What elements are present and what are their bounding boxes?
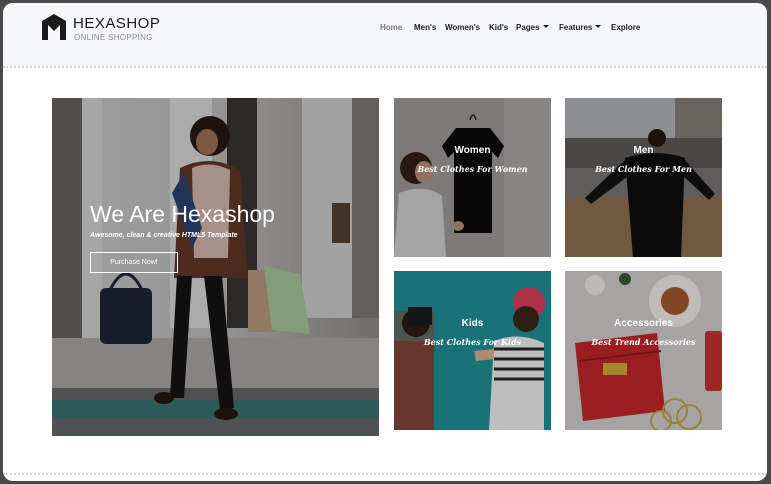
browser-window: HEXASHOP ONLINE SHOPPING Home Men's Wome… — [3, 3, 767, 481]
accessories-photo — [565, 271, 722, 430]
purchase-now-button[interactable]: Purchase Now! — [90, 252, 178, 273]
nav-womens[interactable]: Women's — [445, 23, 480, 32]
nav-features-label: Features — [559, 23, 593, 32]
section-divider — [3, 473, 767, 475]
hero-banner: We Are Hexashop Awesome, clean & creativ… — [52, 98, 379, 436]
nav-kids[interactable]: Kid's — [489, 23, 508, 32]
women-tile-title: Women — [454, 145, 491, 156]
category-tile-kids[interactable]: Kids Best Clothes For Kids — [394, 271, 551, 430]
hero-title: We Are Hexashop — [90, 201, 275, 227]
hero-subtitle: Awesome, clean & creative HTML5 Template — [90, 232, 238, 239]
accessories-tile-subtitle: Best Trend Accessories — [591, 337, 696, 347]
women-tile-subtitle: Best Clothes For Women — [417, 164, 528, 174]
caret-down-icon — [542, 25, 549, 28]
nav-mens[interactable]: Men's — [414, 23, 436, 32]
kids-tile-subtitle: Best Clothes For Kids — [423, 337, 522, 347]
main-nav: Home Men's Women's Kid's Pages Features … — [3, 23, 767, 37]
category-tile-men[interactable]: Men Best Clothes For Men — [565, 98, 722, 257]
kids-tile-title: Kids — [461, 318, 484, 329]
nav-features[interactable]: Features — [559, 23, 602, 32]
kids-photo — [394, 271, 551, 430]
site-header: HEXASHOP ONLINE SHOPPING Home Men's Wome… — [3, 3, 767, 68]
nav-explore[interactable]: Explore — [611, 23, 640, 32]
men-tile-subtitle: Best Clothes For Men — [595, 164, 692, 174]
category-tile-accessories[interactable]: Accessories Best Trend Accessories — [565, 271, 722, 430]
men-tile-title: Men — [633, 145, 654, 156]
accessories-tile-title: Accessories — [614, 318, 673, 329]
category-tile-women[interactable]: Women Best Clothes For Women — [394, 98, 551, 257]
nav-pages[interactable]: Pages — [516, 23, 549, 32]
caret-down-icon — [595, 25, 602, 28]
nav-home[interactable]: Home — [380, 23, 402, 32]
men-photo — [565, 98, 722, 257]
nav-pages-label: Pages — [516, 23, 540, 32]
women-photo — [394, 98, 551, 257]
